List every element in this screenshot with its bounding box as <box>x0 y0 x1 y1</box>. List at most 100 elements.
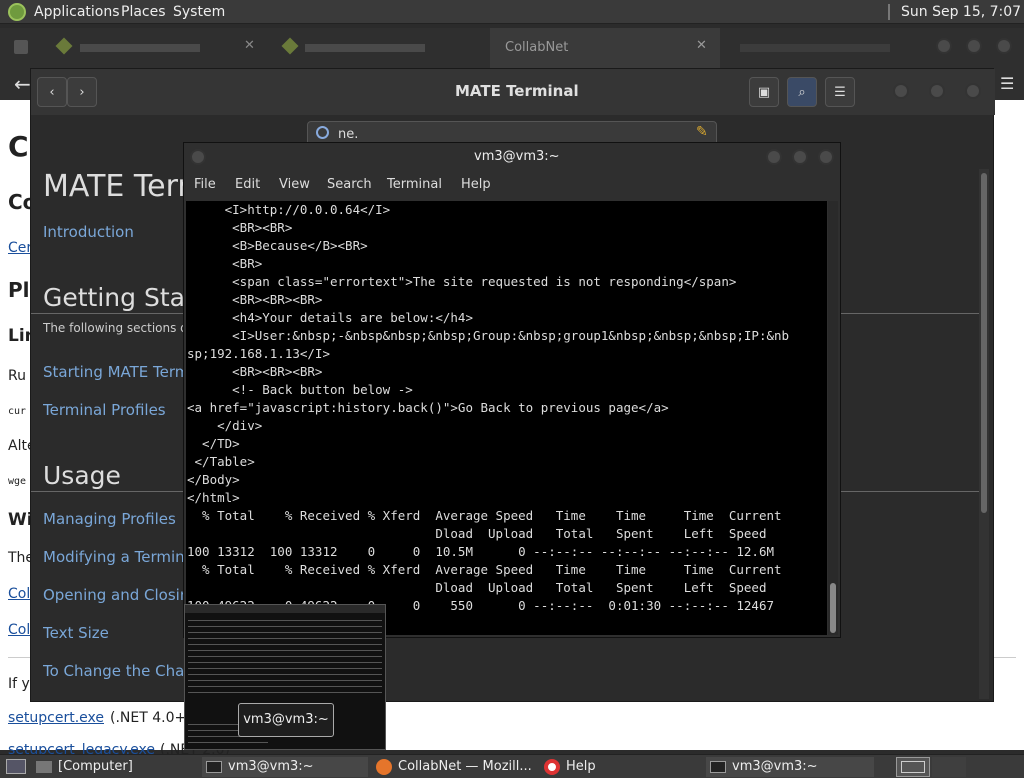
terminal-line: % Total % Received % Xferd Average Speed… <box>202 508 782 523</box>
doc-code: wge <box>8 476 27 487</box>
maximize-icon[interactable] <box>929 83 945 99</box>
minimize-icon[interactable] <box>936 38 952 54</box>
menu-icon[interactable]: ☰ <box>1000 74 1014 93</box>
setupcert-link[interactable]: setupcert.exe <box>8 710 104 726</box>
search-input[interactable]: ne. <box>338 127 358 142</box>
task-terminal-1[interactable]: vm3@vm3:~ <box>202 757 368 777</box>
help-scrollbar-thumb[interactable] <box>981 173 987 513</box>
terminal-line: <!- Back button below -> <box>232 382 413 397</box>
window-preview-thumbnail: vm3@vm3:~ <box>184 604 386 750</box>
doc-link[interactable]: Col <box>8 622 30 638</box>
help-title: MATE Terminal <box>455 82 579 100</box>
task-computer[interactable]: [Computer] <box>32 757 192 777</box>
doc-text: Ru <box>8 368 26 384</box>
terminal-scrollbar-thumb[interactable] <box>830 583 836 633</box>
show-desktop-icon[interactable] <box>6 759 26 774</box>
workspace-switcher[interactable] <box>896 757 930 777</box>
link-opening-closing[interactable]: Opening and Closing <box>43 586 183 604</box>
terminal-line: <I>User:&nbsp;-&nbsp&nbsp;&nbsp;Group:&n… <box>232 328 790 343</box>
tab-blurred[interactable] <box>740 44 890 52</box>
minimize-icon[interactable] <box>766 149 782 165</box>
clear-icon[interactable]: ✎ <box>696 124 708 140</box>
computer-icon <box>36 760 52 773</box>
top-panel: Applications Places System Sun Sep 15, 7… <box>0 0 1024 44</box>
menu-system[interactable]: System <box>173 0 225 24</box>
menu-edit[interactable]: Edit <box>235 177 260 192</box>
close-icon[interactable] <box>965 83 981 99</box>
link-modifying[interactable]: Modifying a Terminal <box>43 548 183 566</box>
doc-code: cur <box>8 406 27 417</box>
forward-button[interactable]: › <box>67 77 97 107</box>
task-terminal-2[interactable]: vm3@vm3:~ <box>706 757 874 777</box>
section-getting-started: Getting Started <box>43 283 183 312</box>
terminal-line: <BR><BR><BR> <box>232 364 323 379</box>
terminal-line: </Body> <box>187 472 240 487</box>
tab-favicon-icon <box>55 37 73 55</box>
search-button[interactable]: ⌕ <box>787 77 817 107</box>
maximize-icon[interactable] <box>966 38 982 54</box>
section-text: The following sections de <box>43 321 183 335</box>
terminal-scrollbar[interactable] <box>828 201 838 635</box>
tab-icon <box>14 40 28 54</box>
task-firefox[interactable]: CollabNet — Mozill... <box>372 757 536 777</box>
menu-view[interactable]: View <box>279 177 310 192</box>
terminal-line: </Table> <box>194 454 255 469</box>
task-label: [Computer] <box>58 759 133 774</box>
tab-favicon-icon <box>281 37 299 55</box>
tab-close-icon[interactable]: ✕ <box>244 38 255 53</box>
task-label: vm3@vm3:~ <box>732 759 818 774</box>
help-lifebuoy-icon <box>544 758 560 775</box>
doc-subheading: Pl <box>8 278 30 302</box>
bookmark-button[interactable]: ▣ <box>749 77 779 107</box>
preview-menubar <box>185 605 385 613</box>
menu-places[interactable]: Places <box>121 0 166 24</box>
terminal-line: Dload Upload Total Spent Left Speed <box>435 526 767 541</box>
terminal-line: <span class="errortext">The site request… <box>232 274 737 289</box>
terminal-line: Dload Upload Total Spent Left Speed <box>435 580 767 595</box>
link-introduction[interactable]: Introduction <box>43 223 183 241</box>
help-headerbar: ‹ › MATE Terminal ▣ ⌕ ☰ <box>31 69 995 115</box>
tab-close-icon[interactable]: ✕ <box>696 38 707 53</box>
back-arrow-icon[interactable]: ← <box>14 72 31 96</box>
doc-link[interactable]: Cer <box>8 240 32 256</box>
link-change-character[interactable]: To Change the Character <box>43 662 183 680</box>
terminal-icon <box>206 760 222 773</box>
link-managing-profiles[interactable]: Managing Profiles <box>43 510 183 528</box>
doc-heading: C <box>8 130 29 163</box>
terminal-line: <a href="javascript:history.back()">Go B… <box>187 400 669 415</box>
menu-help[interactable]: Help <box>461 177 491 192</box>
back-button[interactable]: ‹ <box>37 77 67 107</box>
terminal-line: <BR> <box>232 256 263 271</box>
terminal-line: <h4>Your details are below:</h4> <box>232 310 473 325</box>
doc-text: If y <box>8 676 30 692</box>
doc-subheading: Wi <box>8 510 33 530</box>
separator-icon <box>888 4 890 20</box>
task-label: CollabNet — Mozill... <box>398 759 532 774</box>
menu-applications[interactable]: Applications <box>34 0 120 24</box>
menu-search[interactable]: Search <box>327 177 372 192</box>
doc-link[interactable]: Col <box>8 586 30 602</box>
minimize-icon[interactable] <box>893 83 909 99</box>
clock[interactable]: Sun Sep 15, 7:07 PM <box>901 0 1024 44</box>
tab-blurred[interactable] <box>305 44 425 52</box>
window-menu-icon[interactable] <box>190 149 206 165</box>
menu-terminal[interactable]: Terminal <box>387 177 442 192</box>
firefox-icon <box>376 758 392 775</box>
terminal-title: vm3@vm3:~ <box>474 149 560 164</box>
close-icon[interactable] <box>818 149 834 165</box>
close-icon[interactable] <box>996 38 1012 54</box>
page-title: MATE Terminal <box>43 169 183 204</box>
menu-file[interactable]: File <box>194 177 216 192</box>
terminal-output[interactable]: <I>http://0.0.0.64</I> <BR><BR> <B>Becau… <box>186 201 827 635</box>
link-profiles[interactable]: Terminal Profiles <box>43 401 183 419</box>
section-usage: Usage <box>43 461 121 490</box>
link-starting[interactable]: Starting MATE Terminal <box>43 363 183 381</box>
maximize-icon[interactable] <box>792 149 808 165</box>
mate-logo-icon[interactable] <box>8 3 26 21</box>
link-text-size[interactable]: Text Size <box>43 624 183 642</box>
tab-blurred[interactable] <box>80 44 200 52</box>
task-help[interactable]: Help <box>540 757 700 777</box>
workspace-switcher-alt[interactable] <box>932 757 966 777</box>
menu-button[interactable]: ☰ <box>825 77 855 107</box>
terminal-line: </TD> <box>202 436 240 451</box>
